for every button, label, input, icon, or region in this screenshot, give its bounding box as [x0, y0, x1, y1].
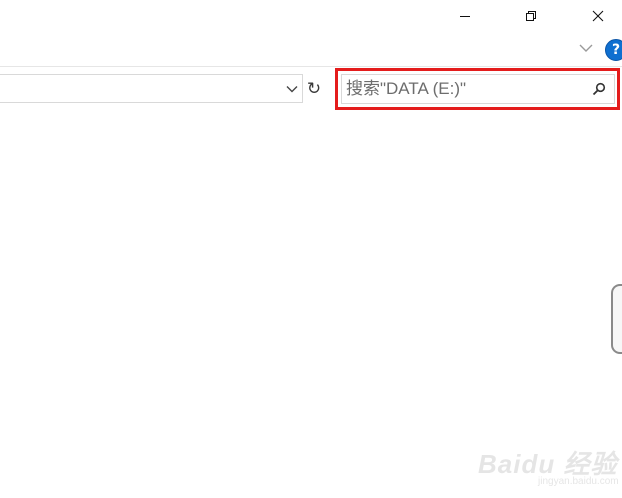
restore-button[interactable] — [508, 0, 554, 32]
ribbon-divider — [0, 66, 622, 67]
help-icon: ? — [611, 42, 621, 58]
restore-icon — [526, 11, 536, 21]
chevron-down-icon — [579, 44, 593, 52]
search-button[interactable] — [590, 80, 608, 98]
address-history-dropdown[interactable] — [283, 80, 301, 98]
minimize-icon — [460, 16, 470, 17]
ribbon-expand-button[interactable] — [577, 40, 595, 56]
watermark-logo: Baidu 经验 jingyan.baidu.com — [478, 432, 619, 492]
refresh-button[interactable]: ↻ — [304, 78, 324, 100]
search-input[interactable] — [346, 77, 581, 101]
close-icon — [592, 10, 604, 22]
close-button[interactable] — [575, 0, 621, 32]
address-bar[interactable] — [0, 74, 303, 103]
help-button[interactable]: ? — [605, 39, 622, 61]
scrollbar-handle[interactable] — [611, 284, 622, 354]
minimize-button[interactable] — [442, 0, 488, 32]
search-icon — [592, 82, 606, 96]
chevron-down-icon — [286, 86, 298, 93]
refresh-icon: ↻ — [306, 79, 322, 99]
watermark-url: jingyan.baidu.com — [538, 476, 619, 487]
